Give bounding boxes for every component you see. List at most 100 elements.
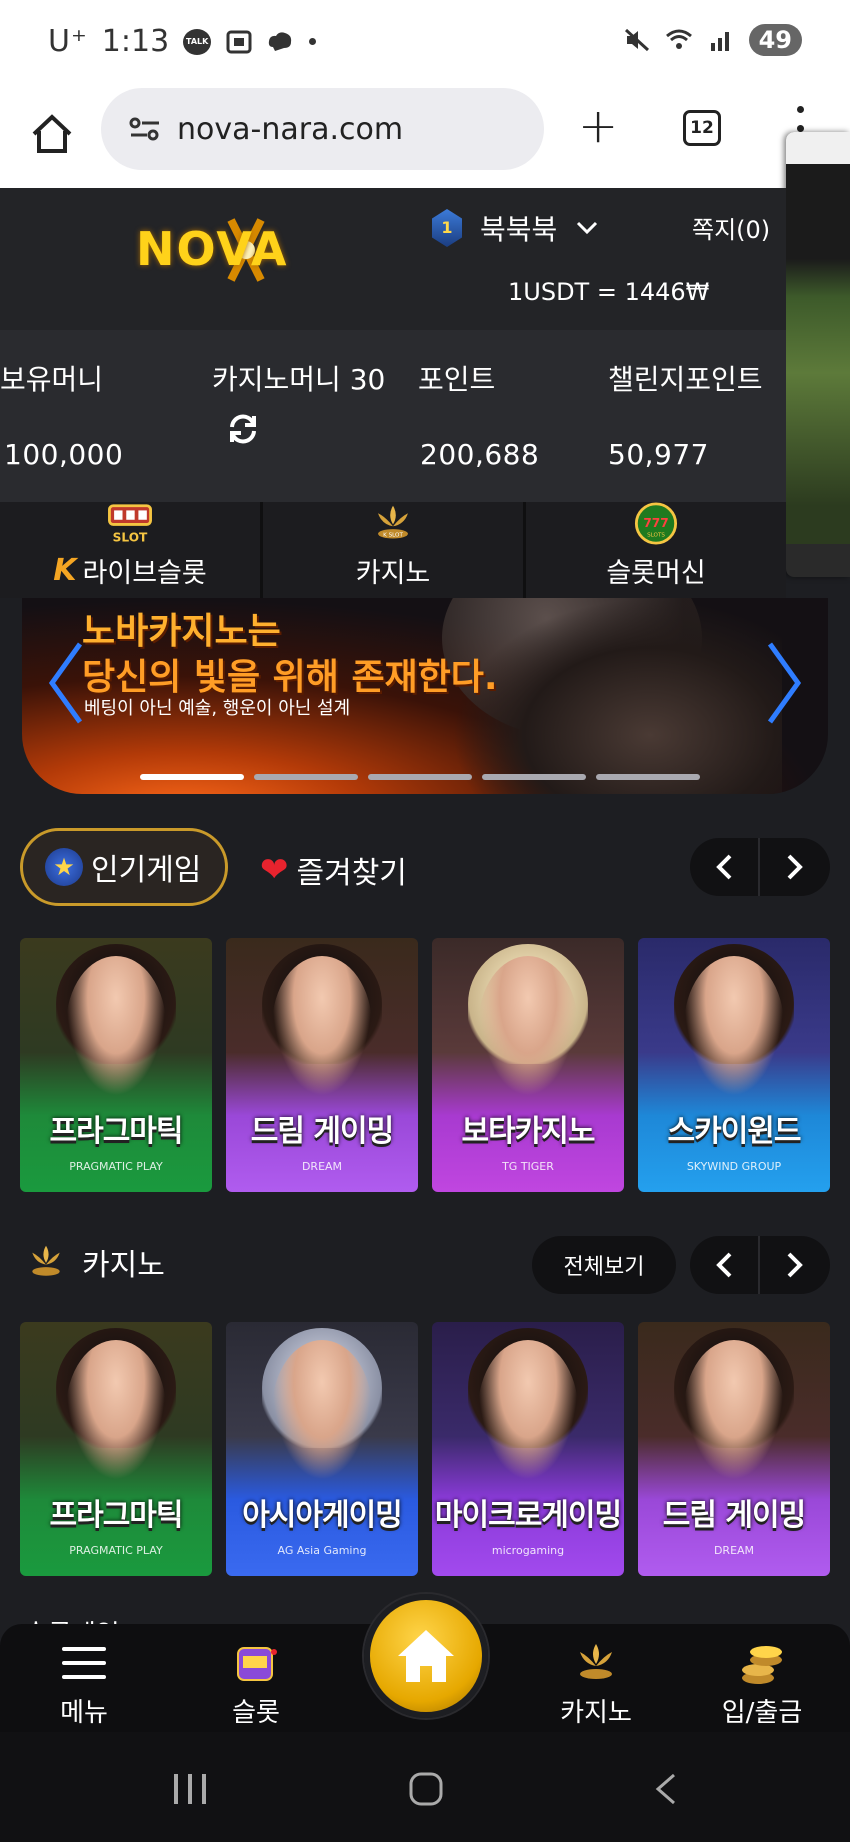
chevron-right-icon [787,1252,803,1278]
kakaotalk-icon: TALK [183,28,212,55]
site-header: NOVA 1 북북북 쪽지(0) 1USDT = 1446₩ [0,188,786,330]
tab-favorites[interactable]: ❤ 즐겨찾기 [260,848,407,892]
game-card[interactable]: 스카이윈드 SKYWIND GROUP [638,938,830,1192]
game-card[interactable]: 프라그마틱 PRAGMATIC PLAY [20,1322,212,1576]
nova-logo[interactable]: NOVA [136,210,296,290]
prev-button[interactable] [690,838,760,896]
recent-apps-icon[interactable] [172,1772,208,1806]
777-slots-icon: 777 SLOTS [634,502,678,545]
nav-menu[interactable]: 메뉴 [24,1638,144,1729]
game-name: 드림 게이밍 [250,1114,394,1149]
game-name: 프라그마틱 [49,1498,184,1533]
banner-dot[interactable] [368,774,472,780]
user-menu[interactable]: 1 북북북 [432,208,599,248]
k-logo-icon: K [53,553,77,588]
new-tab-button[interactable]: + [578,102,618,150]
home-button[interactable] [364,1594,488,1718]
url-text[interactable]: nova-nara.com [177,112,403,147]
promo-banner[interactable]: 노바카지노는 당신의 빛을 위해 존재한다. 베팅이 아닌 예술, 행운이 아닌… [22,598,828,794]
svg-text:K SLOT: K SLOT [383,533,403,539]
site-settings-icon[interactable] [129,115,161,143]
banner-dot[interactable] [596,774,700,780]
star-icon: ★ [45,848,83,886]
svg-text:SLOTS: SLOTS [647,533,665,539]
username[interactable]: 북북북 [480,208,557,248]
holding-money-label: 보유머니 [0,363,104,396]
point-value: 200,688 [420,438,540,471]
system-navigation-bar [0,1732,850,1842]
level-badge: 1 [432,209,462,247]
banner-dot[interactable] [140,774,244,780]
banner-dot[interactable] [254,774,358,780]
hamburger-menu-icon [62,1647,106,1679]
casino-section-title: 카지노 [22,1240,165,1284]
point-label: 포인트 [418,363,496,396]
casino-money-label: 카지노머니 30 [212,363,386,396]
chevron-down-icon[interactable] [575,216,599,240]
game-provider: SKYWIND GROUP [686,1160,782,1173]
game-name: 보타카지노 [461,1114,596,1149]
banner-next-arrow-icon[interactable] [764,638,804,728]
refresh-icon[interactable] [226,412,260,446]
game-card[interactable]: 프라그마틱 PRAGMATIC PLAY [20,938,212,1192]
floating-window-thumbnail[interactable] [786,132,850,577]
tab-popular-games[interactable]: ★ 인기게임 [20,828,228,906]
live-slot-icon: SLOT [108,504,152,544]
android-home-icon[interactable] [408,1772,444,1806]
messages-link[interactable]: 쪽지(0) [692,210,770,245]
tab-switcher-button[interactable]: 12 [683,110,721,146]
game-provider: DREAM [301,1160,343,1173]
game-card[interactable]: 마이크로게이밍 microgaming [432,1322,624,1576]
category-bar: SLOT K 라이브슬롯 K SLOT 카지노 777 SLOTS 슬롯머신 [0,502,786,598]
nav-casino[interactable]: 카지노 [536,1638,656,1729]
tab-label: 즐겨찾기 [296,856,407,891]
next-button[interactable] [760,1236,830,1294]
nav-slot[interactable]: 슬롯 [196,1638,316,1729]
banner-pagination [140,774,700,780]
mute-icon [624,28,649,52]
category-label: 슬롯머신 [606,558,706,589]
view-all-button[interactable]: 전체보기 [532,1236,676,1294]
game-name: 프라그마틱 [49,1114,184,1149]
nav-deposit-withdraw[interactable]: 입/출금 [702,1638,822,1729]
banner-dot[interactable] [482,774,586,780]
challenge-point-value: 50,977 [608,438,709,471]
cloud-chat-icon [269,31,292,51]
game-provider: PRAGMATIC PLAY [69,1544,163,1557]
category-label: 카지노 [355,558,431,589]
heart-icon: ❤ [260,850,289,890]
popular-games-row: 프라그마틱 PRAGMATIC PLAY 드림 게이밍 DREAM 보타카지노 … [20,938,830,1192]
game-provider: DREAM [713,1544,755,1557]
game-card[interactable]: 드림 게이밍 DREAM [638,1322,830,1576]
popular-carousel-nav [690,838,830,896]
coins-icon [742,1646,782,1684]
back-icon[interactable] [652,1772,680,1806]
game-card[interactable]: 아시아게이밍 AG Asia Gaming [226,1322,418,1576]
game-provider: AG Asia Gaming [277,1544,367,1557]
category-casino[interactable]: K SLOT 카지노 [263,502,526,598]
prev-button[interactable] [690,1236,760,1294]
address-bar[interactable]: nova-nara.com [101,88,544,170]
svg-text:777: 777 [643,516,668,530]
popular-section-header: ★ 인기게임 ❤ 즐겨찾기 [0,828,850,908]
banner-prev-arrow-icon[interactable] [46,638,86,728]
category-label: 라이브슬롯 [82,558,207,589]
next-button[interactable] [760,838,830,896]
casino-section-header: 카지노 전체보기 [0,1226,850,1306]
svg-text:SLOT: SLOT [113,530,148,544]
chevron-left-icon [716,854,732,880]
game-card[interactable]: 드림 게이밍 DREAM [226,938,418,1192]
banner-title-line2: 당신의 빛을 위해 존재한다. [82,657,498,698]
game-card[interactable]: 보타카지노 TG TIGER [432,938,624,1192]
game-name: 아시아게이밍 [242,1498,403,1533]
k-slot-crown-icon: K SLOT [378,505,408,539]
tab-label: 인기게임 [91,853,202,888]
battery-indicator: 49 [748,24,802,56]
category-live-slot[interactable]: SLOT K 라이브슬롯 [0,502,263,598]
browser-home-icon[interactable] [30,112,74,156]
game-provider: microgaming [491,1544,565,1557]
wifi-icon [665,29,692,49]
clock: 1:13 [101,24,170,59]
category-slot-machine[interactable]: 777 SLOTS 슬롯머신 [526,502,786,598]
game-name: 마이크로게이밍 [434,1498,622,1533]
